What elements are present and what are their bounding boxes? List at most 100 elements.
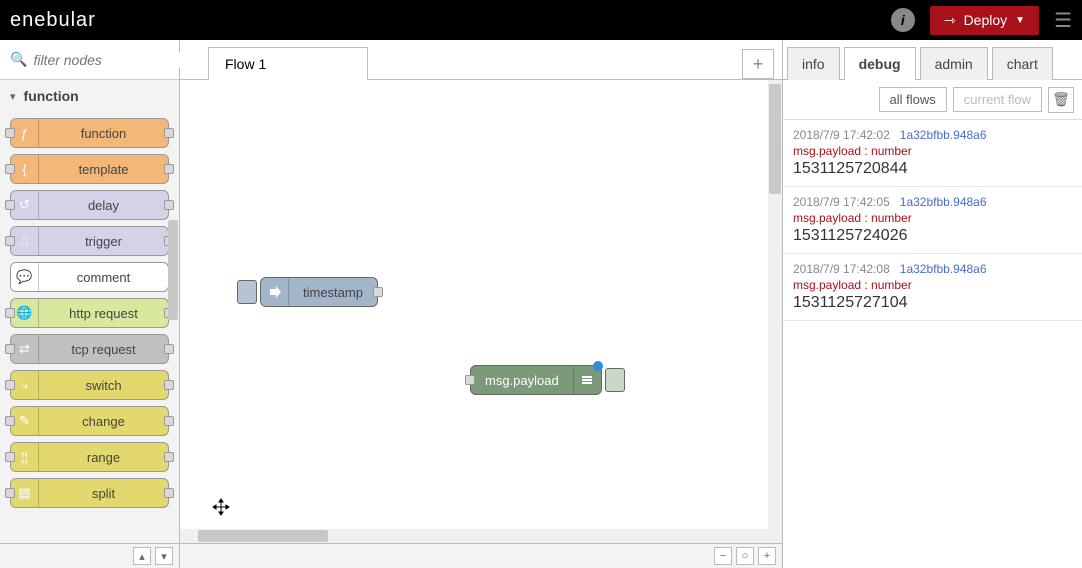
node-type-icon: ¦¦ <box>11 443 39 471</box>
palette-node-delay[interactable]: ↺delay <box>10 190 169 220</box>
input-port <box>5 200 15 210</box>
clear-debug-button[interactable]: 🗑 <box>1048 87 1074 113</box>
input-port <box>5 128 15 138</box>
palette-node-change[interactable]: ✎change <box>10 406 169 436</box>
debug-messages: 2018/7/9 17:42:021a32bfbb.948a6msg.paylo… <box>783 120 1082 568</box>
input-port <box>5 416 15 426</box>
debug-message: 2018/7/9 17:42:051a32bfbb.948a6msg.paylo… <box>783 187 1082 254</box>
menu-button[interactable]: ☰ <box>1054 8 1072 33</box>
msg-timestamp: 2018/7/9 17:42:05 <box>793 195 890 209</box>
header-bar: enebular i ⇾ Deploy ▼ ☰ <box>0 0 1082 40</box>
palette-sidebar: 🔍 ▾ function ƒfunction{template↺delay⎍tr… <box>0 40 180 568</box>
category-label: function <box>24 88 79 104</box>
node-type-icon: { <box>11 155 39 183</box>
debug-message: 2018/7/9 17:42:021a32bfbb.948a6msg.paylo… <box>783 120 1082 187</box>
tab-chart[interactable]: chart <box>992 47 1053 80</box>
input-port[interactable] <box>465 375 475 385</box>
collapse-all-button[interactable]: ▴ <box>133 547 151 565</box>
zoom-reset-button[interactable]: ○ <box>736 547 754 565</box>
input-port <box>5 308 15 318</box>
input-port <box>5 488 15 498</box>
palette-node-template[interactable]: {template <box>10 154 169 184</box>
output-port <box>164 344 174 354</box>
node-type-icon: ⎍ <box>11 227 39 255</box>
node-label: range <box>39 450 168 465</box>
input-port <box>5 236 15 246</box>
input-port <box>5 164 15 174</box>
node-label: split <box>39 486 168 501</box>
palette-node-range[interactable]: ¦¦range <box>10 442 169 472</box>
filter-current-flow-button[interactable]: current flow <box>953 87 1042 112</box>
deploy-icon: ⇾ <box>944 12 956 29</box>
add-tab-button[interactable]: + <box>742 49 774 79</box>
node-label: template <box>39 162 168 177</box>
flow-tab[interactable]: Flow 1 <box>208 47 368 80</box>
move-cursor-icon <box>212 498 230 516</box>
node-label: function <box>39 126 168 141</box>
node-label: delay <box>39 198 168 213</box>
palette-node-http-request[interactable]: 🌐http request <box>10 298 169 328</box>
node-type-icon: ⤷ <box>11 371 39 399</box>
inject-node[interactable]: timestamp <box>260 277 378 307</box>
chevron-down-icon: ▼ <box>1015 15 1025 26</box>
flow-tabs-bar: Flow 1 + <box>180 40 782 80</box>
node-label: trigger <box>39 234 168 249</box>
chevron-down-icon: ▾ <box>10 90 16 103</box>
debug-message: 2018/7/9 17:42:08 1a32bfbb.948a6 msg.paylo… <box>783 254 1082 321</box>
right-panel: infodebugadminchart all flows current fl… <box>782 40 1082 568</box>
palette-list: ▾ function ƒfunction{template↺delay⎍trig… <box>0 80 179 543</box>
input-port <box>5 452 15 462</box>
category-function[interactable]: ▾ function <box>0 80 179 112</box>
node-type-icon: ⇄ <box>11 335 39 363</box>
node-label: msg.payload <box>471 373 573 388</box>
tab-debug[interactable]: debug <box>844 47 916 80</box>
node-label: tcp request <box>39 342 168 357</box>
node-label: switch <box>39 378 168 393</box>
tab-admin[interactable]: admin <box>920 47 988 80</box>
filter-box: 🔍 <box>0 40 179 80</box>
msg-node-link[interactable]: 1a32bfbb.948a6 <box>900 195 987 209</box>
info-icon[interactable]: i <box>891 8 915 32</box>
wire-layer <box>180 80 480 230</box>
status-dot <box>593 361 603 371</box>
msg-timestamp: 2018/7/9 17:42:08 <box>793 262 890 276</box>
palette-node-comment[interactable]: 💬comment <box>10 262 169 292</box>
node-type-icon: ↺ <box>11 191 39 219</box>
deploy-button[interactable]: ⇾ Deploy ▼ <box>930 6 1039 35</box>
msg-node-link[interactable]: 1a32bfbb.948a6 <box>900 262 987 276</box>
inject-button[interactable] <box>237 280 257 304</box>
output-port <box>164 452 174 462</box>
palette-node-split[interactable]: ▤split <box>10 478 169 508</box>
palette-node-tcp-request[interactable]: ⇄tcp request <box>10 334 169 364</box>
zoom-in-button[interactable]: + <box>758 547 776 565</box>
logo: enebular <box>10 9 96 32</box>
zoom-out-button[interactable]: − <box>714 547 732 565</box>
output-port[interactable] <box>373 287 383 297</box>
msg-node-link[interactable]: 1a32bfbb.948a6 <box>900 128 987 142</box>
debug-toggle-button[interactable] <box>605 368 625 392</box>
msg-property: msg.payload : number <box>793 144 1072 158</box>
horizontal-scrollbar[interactable] <box>180 529 768 543</box>
output-port <box>164 380 174 390</box>
palette-node-switch[interactable]: ⤷switch <box>10 370 169 400</box>
output-port <box>164 200 174 210</box>
tab-info[interactable]: info <box>787 47 840 80</box>
node-type-icon: ƒ <box>11 119 39 147</box>
node-type-icon: 💬 <box>11 263 39 291</box>
msg-property: msg.payload : number <box>793 278 1072 292</box>
flow-canvas[interactable]: timestamp msg.payload <box>180 80 782 543</box>
scrollbar-thumb[interactable] <box>198 530 328 542</box>
output-port <box>164 416 174 426</box>
expand-all-button[interactable]: ▾ <box>155 547 173 565</box>
msg-value: 1531125724026 <box>793 227 1072 245</box>
filter-all-flows-button[interactable]: all flows <box>879 87 947 112</box>
palette-node-function[interactable]: ƒfunction <box>10 118 169 148</box>
scrollbar-thumb[interactable] <box>168 220 178 320</box>
debug-node[interactable]: msg.payload <box>470 365 602 395</box>
scrollbar-thumb[interactable] <box>769 84 781 194</box>
node-label: change <box>39 414 168 429</box>
palette-node-trigger[interactable]: ⎍trigger <box>10 226 169 256</box>
output-port <box>164 164 174 174</box>
vertical-scrollbar[interactable] <box>768 80 782 543</box>
debug-toolbar: all flows current flow 🗑 <box>783 80 1082 120</box>
